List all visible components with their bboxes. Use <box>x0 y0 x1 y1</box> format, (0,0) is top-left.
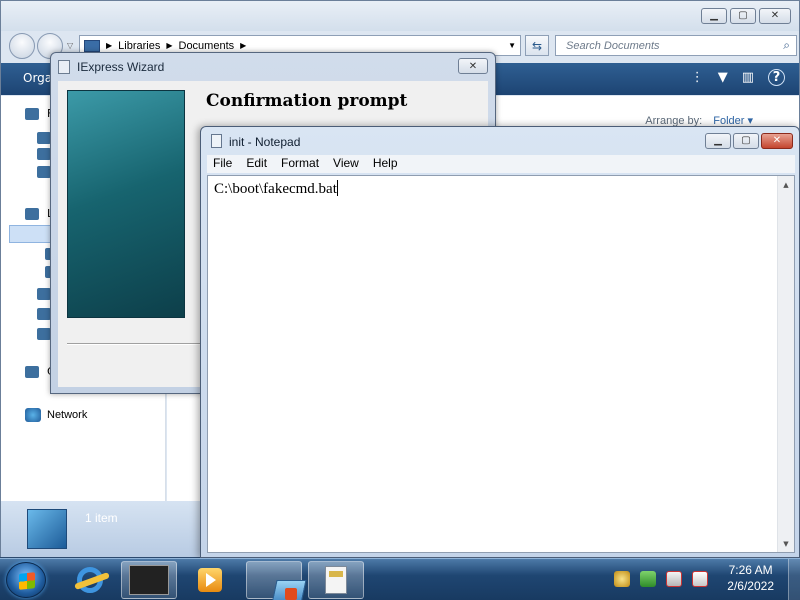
computer-icon <box>25 366 39 378</box>
libraries-item[interactable]: L <box>25 207 53 222</box>
taskbar-internet-explorer[interactable] <box>62 561 118 599</box>
breadcrumb-separator-icon[interactable]: ▶ <box>166 41 172 50</box>
internet-explorer-icon <box>77 567 103 593</box>
views-dropdown-icon[interactable]: ▼ <box>718 70 728 85</box>
notepad-title: init - Notepad <box>229 135 301 149</box>
system-tray <box>614 571 708 587</box>
notepad-caption-buttons: ▁ ▢ ✕ <box>705 133 793 149</box>
explorer-titlebar[interactable]: ▁ ▢ ✕ <box>1 1 799 31</box>
notepad-text-line: C:\boot\fakecmd.bat <box>214 181 337 197</box>
item-count: 1 item <box>85 511 118 525</box>
help-icon[interactable]: ? <box>768 69 785 86</box>
network-icon[interactable] <box>666 571 682 587</box>
wizard-close-button[interactable]: ✕ <box>458 58 488 74</box>
taskbar-clock[interactable]: 7:26 AM 2/6/2022 <box>727 563 774 593</box>
views-icon[interactable]: ⋮ <box>691 70 704 85</box>
taskbar-media-player[interactable] <box>182 561 238 599</box>
recent-pages-dropdown[interactable]: ▽ <box>67 41 73 50</box>
notepad-close-button[interactable]: ✕ <box>761 133 793 149</box>
notepad-icon <box>211 134 222 148</box>
breadcrumb-documents[interactable]: Documents <box>179 40 235 52</box>
scroll-up-icon[interactable]: ▲ <box>778 176 794 193</box>
taskbar: 7:26 AM 2/6/2022 <box>0 558 800 600</box>
clock-date: 2/6/2022 <box>727 579 774 593</box>
menu-edit[interactable]: Edit <box>240 155 275 173</box>
clock-time: 7:26 AM <box>728 563 773 577</box>
breadcrumb-separator-icon[interactable]: ▶ <box>106 41 112 50</box>
cmd-icon <box>129 565 169 595</box>
organize-menu[interactable]: Orga <box>23 71 52 85</box>
taskbar-windows-explorer[interactable] <box>246 561 307 600</box>
cd-drive-icon[interactable] <box>614 571 630 587</box>
text-caret <box>336 180 338 196</box>
back-button[interactable] <box>9 33 35 59</box>
folder-icon <box>37 132 51 144</box>
libraries-icon <box>84 39 100 52</box>
folder-icon <box>37 288 51 300</box>
folder-icon <box>37 308 51 320</box>
taskbar-notepad[interactable] <box>308 561 364 599</box>
library-large-icon <box>27 509 67 549</box>
network-label: Network <box>47 409 88 421</box>
notepad-window: init - Notepad ▁ ▢ ✕ File Edit Format Vi… <box>200 126 800 558</box>
iexpress-icon <box>58 60 70 74</box>
search-placeholder: Search Documents <box>566 39 660 52</box>
minimize-button[interactable]: ▁ <box>701 8 727 24</box>
notepad-icon <box>325 566 347 594</box>
notepad-maximize-button[interactable]: ▢ <box>733 133 759 149</box>
wizard-title: IExpress Wizard <box>77 60 165 74</box>
menu-file[interactable]: File <box>207 155 240 173</box>
breadcrumb-libraries[interactable]: Libraries <box>118 40 160 52</box>
explorer-badge-icon <box>285 588 297 600</box>
libraries-icon <box>25 208 39 220</box>
scroll-down-icon[interactable]: ▼ <box>778 535 794 552</box>
close-button[interactable]: ✕ <box>759 8 791 24</box>
favorites-icon <box>25 108 39 120</box>
wizard-side-art <box>67 90 185 318</box>
speaker-icon[interactable] <box>692 571 708 587</box>
toolbar-icons: ⋮ ▼ ▥ ? <box>691 69 785 86</box>
show-desktop-button[interactable] <box>788 559 800 600</box>
start-orb-icon[interactable] <box>6 562 46 598</box>
computer-item[interactable]: C <box>25 365 55 380</box>
search-icon[interactable]: ⌕ <box>783 38 790 53</box>
maximize-button[interactable]: ▢ <box>730 8 756 24</box>
folder-icon <box>37 166 51 178</box>
preview-pane-icon[interactable]: ▥ <box>742 70 754 85</box>
security-shield-icon[interactable] <box>640 571 656 587</box>
refresh-button[interactable]: ⇆ <box>525 35 549 56</box>
address-dropdown-icon[interactable]: ▼ <box>508 41 516 50</box>
network-icon <box>25 408 41 422</box>
wizard-titlebar[interactable]: IExpress Wizard ✕ <box>51 53 495 81</box>
breadcrumb-separator-icon[interactable]: ▶ <box>240 41 246 50</box>
notepad-minimize-button[interactable]: ▁ <box>705 133 731 149</box>
notepad-titlebar[interactable]: init - Notepad ▁ ▢ ✕ <box>201 127 799 155</box>
menu-format[interactable]: Format <box>275 155 327 173</box>
folder-icon <box>37 328 51 340</box>
notepad-menubar: File Edit Format View Help <box>207 155 795 173</box>
network-item[interactable]: Network <box>25 408 87 422</box>
media-player-icon <box>198 568 222 592</box>
notepad-text-area[interactable]: C:\boot\fakecmd.bat ▲ ▼ <box>207 175 795 553</box>
vertical-scrollbar[interactable]: ▲ ▼ <box>777 176 794 552</box>
explorer-caption-buttons: ▁ ▢ ✕ <box>701 8 791 24</box>
favorites-item[interactable]: F <box>25 107 53 122</box>
taskbar-cmd[interactable] <box>121 561 177 599</box>
search-input[interactable]: Search Documents ⌕ <box>555 35 797 56</box>
menu-help[interactable]: Help <box>367 155 406 173</box>
menu-view[interactable]: View <box>327 155 367 173</box>
notepad-text-content: C:\boot\fakecmd.bat <box>214 180 338 198</box>
wizard-heading: Confirmation prompt <box>206 91 408 111</box>
folder-icon <box>37 148 51 160</box>
